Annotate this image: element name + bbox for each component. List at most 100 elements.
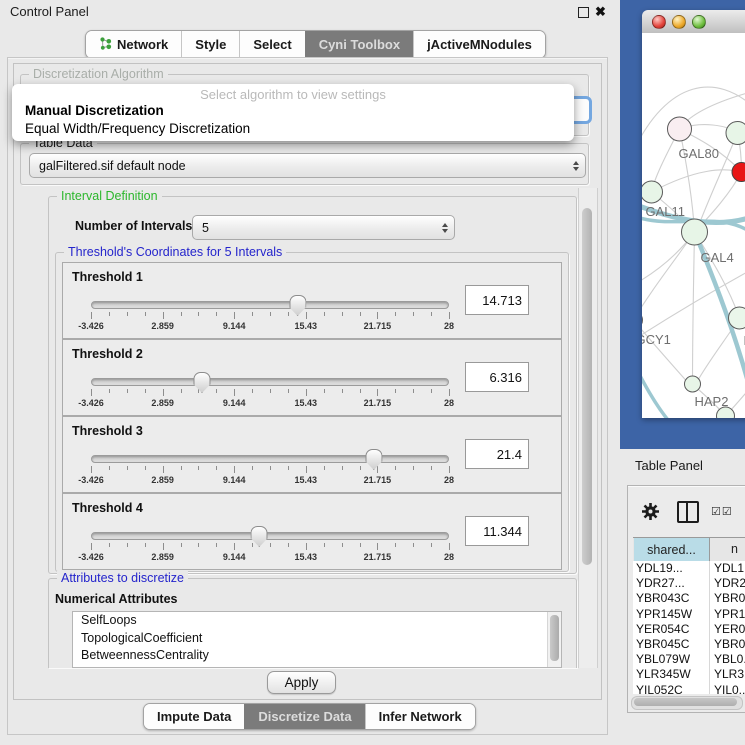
slider-tick	[234, 389, 235, 396]
threshold-2-value[interactable]: 6.316	[465, 362, 529, 392]
slider-track[interactable]	[91, 301, 449, 309]
tab-impute-data[interactable]: Impute Data	[144, 704, 244, 729]
network-canvas[interactable]: GAL80 G GAL11 C GAL4 GCY1 H HAP2	[642, 33, 745, 418]
combo-arrows-icon	[442, 223, 448, 233]
threshold-4-value[interactable]: 11.344	[465, 516, 529, 546]
slider-ticks	[91, 312, 449, 320]
tab-style[interactable]: Style	[181, 31, 239, 58]
table-hscrollbar-thumb[interactable]	[634, 698, 737, 706]
table-row[interactable]: YDR27...YDR2...	[633, 576, 745, 591]
gear-icon[interactable]	[641, 502, 660, 526]
slider-tick	[198, 312, 199, 316]
main-scrollbar-thumb[interactable]	[582, 208, 592, 565]
table-row[interactable]: YBL079WYBL0...	[633, 652, 745, 667]
network-view-window[interactable]: GAL80 G GAL11 C GAL4 GCY1 H HAP2	[642, 10, 745, 418]
table-row[interactable]: YDL19...YDL1...	[633, 561, 745, 576]
control-panel-window: Control Panel ✖ Network Style	[0, 0, 613, 745]
network-window-titlebar[interactable]	[642, 10, 745, 34]
slider-tick-label: 9.144	[223, 475, 246, 485]
slider-tick	[431, 312, 432, 316]
tab-cyni-toolbox[interactable]: Cyni Toolbox	[305, 31, 413, 58]
slider-track[interactable]	[91, 455, 449, 463]
number-of-intervals-label: Number of Intervals	[75, 219, 192, 233]
columns-icon[interactable]	[677, 501, 699, 523]
threshold-1-value[interactable]: 14.713	[465, 285, 529, 315]
cell-shared-name: YER054C	[636, 622, 689, 637]
tab-select[interactable]: Select	[239, 31, 304, 58]
tab-label: Cyni Toolbox	[319, 37, 400, 52]
column-header-name[interactable]: n	[731, 538, 738, 561]
table-data-value: galFiltered.sif default node	[39, 159, 186, 173]
node-h[interactable]	[729, 307, 745, 329]
threshold-2-label: Threshold 2	[72, 347, 143, 361]
table-data-combobox[interactable]: galFiltered.sif default node	[29, 153, 586, 178]
main-scrollbar[interactable]	[578, 188, 598, 668]
node-hap2[interactable]	[685, 376, 701, 392]
slider-tick	[377, 389, 378, 396]
attribute-item[interactable]: SelfLoops	[73, 612, 561, 630]
slider-tick	[145, 466, 146, 470]
column-header-shared-name[interactable]: shared...	[634, 538, 710, 561]
slider-tick	[91, 312, 92, 319]
table-row[interactable]: YBR045CYBR0...	[633, 637, 745, 652]
slider-tick-label: 21.715	[364, 475, 392, 485]
slider-tick	[270, 389, 271, 393]
threshold-4-slider[interactable]: -3.4262.8599.14415.4321.71528	[91, 530, 449, 566]
tab-label: Impute Data	[157, 709, 231, 724]
cell-shared-name: YLR345W	[636, 667, 691, 682]
slider-tick	[270, 312, 271, 316]
cell-shared-name: YDR27...	[636, 576, 685, 591]
tab-network[interactable]: Network	[86, 31, 181, 58]
close-traffic-light-icon[interactable]	[652, 15, 666, 29]
table-row[interactable]: YPR145WYPR1...	[633, 607, 745, 622]
threshold-3-panel: Threshold 3 -3.4262.8599.14415.4321.7152…	[62, 416, 562, 493]
threshold-2-slider[interactable]: -3.4262.8599.14415.4321.71528	[91, 376, 449, 412]
threshold-1-slider[interactable]: -3.4262.8599.14415.4321.71528	[91, 299, 449, 335]
threshold-3-slider[interactable]: -3.4262.8599.14415.4321.71528	[91, 453, 449, 489]
node-gcy1[interactable]	[642, 311, 643, 329]
node-gal80[interactable]	[668, 117, 692, 141]
slider-track[interactable]	[91, 378, 449, 386]
table-row[interactable]: YER054CYER0...	[633, 622, 745, 637]
tab-jactivemnodules[interactable]: jActiveMNodules	[413, 31, 545, 58]
slider-tick	[252, 543, 253, 547]
minimize-traffic-light-icon[interactable]	[672, 15, 686, 29]
tab-infer-network[interactable]: Infer Network	[365, 704, 475, 729]
slider-tick	[306, 543, 307, 550]
select-columns-icon[interactable]: ☑☑	[711, 505, 733, 518]
tab-discretize-data[interactable]: Discretize Data	[244, 704, 364, 729]
slider-tick	[324, 543, 325, 547]
node-top-right[interactable]	[726, 122, 745, 145]
node-gal4[interactable]	[682, 219, 708, 245]
threshold-3-value[interactable]: 21.4	[465, 439, 529, 469]
number-of-intervals-combobox[interactable]: 5	[192, 215, 455, 240]
slider-tick	[127, 389, 128, 393]
slider-track[interactable]	[91, 532, 449, 540]
numerical-attributes-list[interactable]: SelfLoopsTopologicalCoefficientBetweenne…	[72, 611, 562, 668]
close-icon[interactable]: ✖	[595, 4, 606, 20]
node-label-hap2: HAP2	[695, 394, 729, 409]
slider-tick-label: 28	[444, 475, 454, 485]
attribute-item[interactable]: BetweennessCentrality	[73, 647, 561, 665]
dropdown-option-equal-width[interactable]: Equal Width/Frequency Discretization	[25, 121, 250, 136]
float-window-icon[interactable]	[578, 7, 589, 18]
attributes-scrollbar[interactable]	[547, 612, 561, 667]
control-panel-titlebar[interactable]: Control Panel ✖	[0, 0, 613, 24]
table-row[interactable]: YIL052CYIL0...	[633, 683, 745, 695]
zoom-traffic-light-icon[interactable]	[692, 15, 706, 29]
node-gal11[interactable]	[642, 181, 663, 203]
table-row[interactable]: YBR043CYBR0...	[633, 591, 745, 606]
table-row[interactable]: YLR345WYLR3...	[633, 667, 745, 682]
tab-label: Discretize Data	[258, 709, 351, 724]
slider-tick	[234, 466, 235, 473]
dropdown-option-manual[interactable]: Manual Discretization	[25, 103, 164, 118]
node-red-selected[interactable]	[732, 163, 745, 182]
cell-name: YBL0...	[714, 652, 745, 667]
slider-tick	[181, 466, 182, 470]
attributes-scrollbar-thumb[interactable]	[550, 615, 559, 661]
slider-tick	[342, 543, 343, 547]
apply-button[interactable]: Apply	[267, 671, 336, 694]
network-graph: GAL80 G GAL11 C GAL4 GCY1 H HAP2	[642, 33, 745, 418]
table-hscrollbar[interactable]	[631, 696, 743, 710]
attribute-item[interactable]: TopologicalCoefficient	[73, 630, 561, 648]
